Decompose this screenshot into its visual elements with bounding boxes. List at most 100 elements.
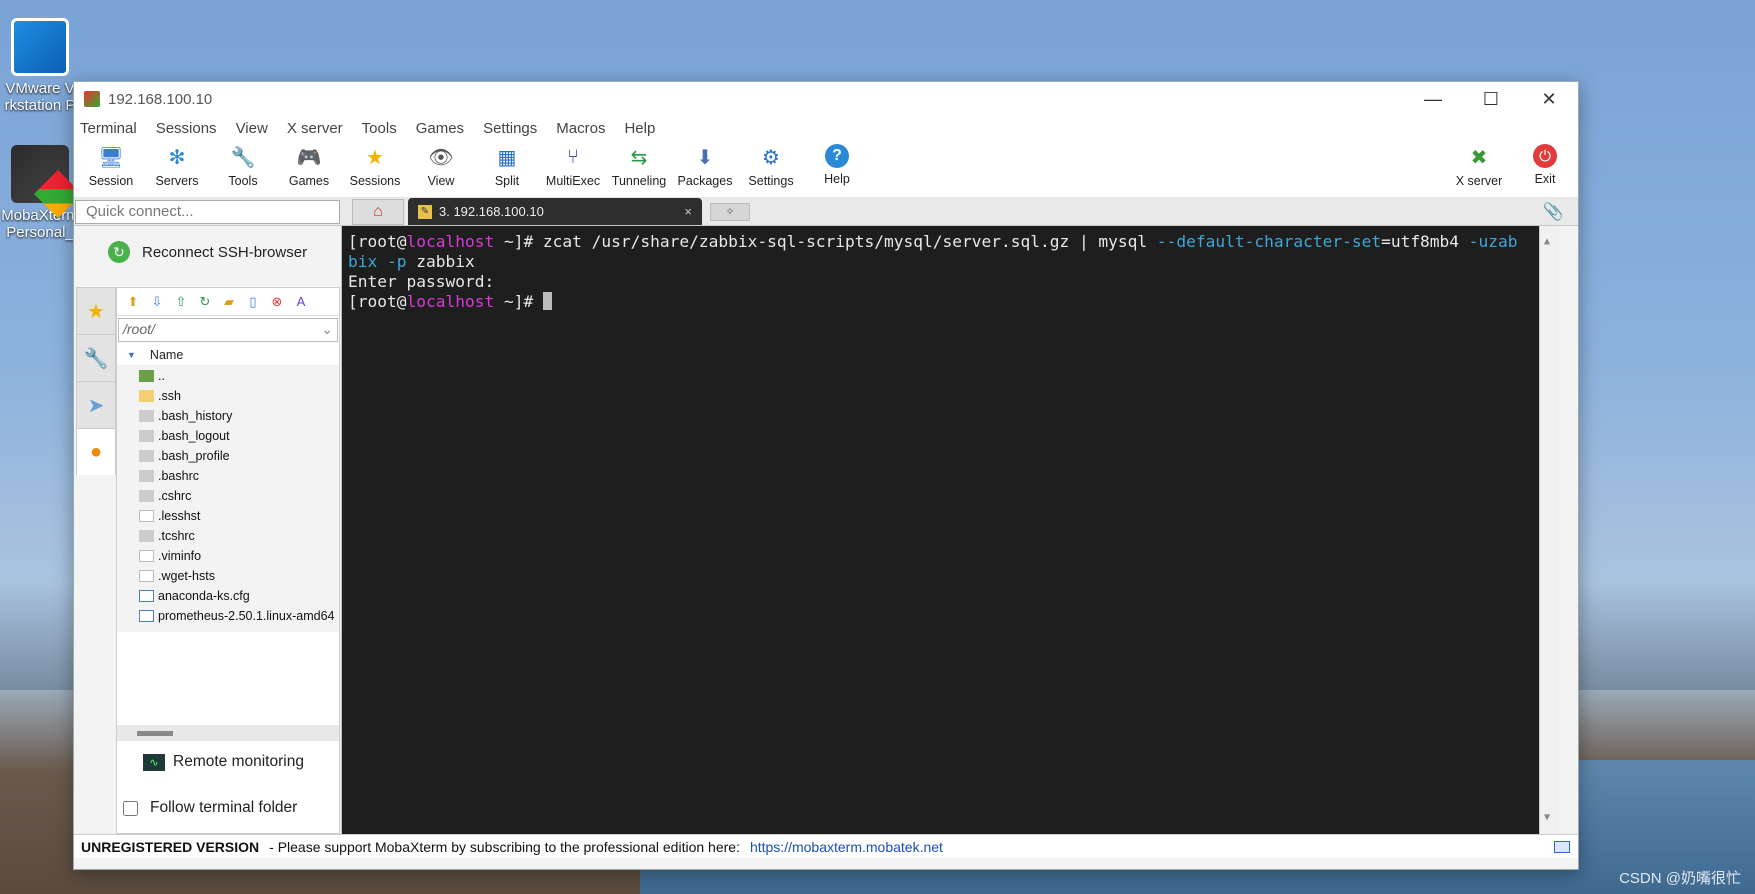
menu-games[interactable]: Games — [416, 120, 464, 137]
xserver-button[interactable]: ✖ X server — [1446, 144, 1512, 189]
list-item[interactable]: anaconda-ks.cfg — [117, 586, 339, 606]
reconnect-ssh-browser-button[interactable]: ↻ Reconnect SSH-browser — [74, 226, 341, 278]
title-bar[interactable]: 192.168.100.10 — ☐ ✕ — [74, 82, 1578, 116]
terminal-line-4: [root@localhost ~]# — [348, 292, 1553, 312]
tool-label: X server — [1455, 174, 1503, 188]
file-name: anaconda-ks.cfg — [158, 589, 250, 603]
list-item[interactable]: .bash_history — [117, 406, 339, 426]
parent-folder-icon[interactable]: ⬆ — [121, 292, 145, 312]
file-list: .. .ssh .bash_history .bash_logout .bash… — [117, 366, 339, 632]
refresh-icon[interactable]: ↻ — [193, 292, 217, 312]
desktop-icon-mobaxterm[interactable]: MobaXterm Personal_ — [0, 145, 80, 241]
prompt-host: localhost — [406, 232, 495, 251]
list-item[interactable]: .bashrc — [117, 466, 339, 486]
home-tab[interactable]: ⌂ — [352, 198, 404, 225]
close-button[interactable]: ✕ — [1520, 82, 1578, 116]
list-item[interactable]: .wget-hsts — [117, 566, 339, 586]
games-button[interactable]: 🎮 Games — [276, 144, 342, 189]
paperclip-icon[interactable]: 📎 — [1543, 202, 1564, 222]
document-icon — [139, 550, 154, 562]
menu-terminal[interactable]: Terminal — [80, 120, 137, 137]
menu-xserver[interactable]: X server — [287, 120, 343, 137]
scroll-down-icon[interactable]: ▼ — [1544, 808, 1550, 828]
list-item[interactable]: .tcshrc — [117, 526, 339, 546]
sidebar-tab-sftp[interactable]: ● — [76, 428, 116, 475]
quick-connect-input[interactable]: Quick connect... — [75, 199, 340, 224]
sessions-button[interactable]: ★ Sessions — [342, 144, 408, 189]
watermark: CSDN @奶嘴很忙 — [1619, 870, 1741, 887]
settings-button[interactable]: ⚙ Settings — [738, 144, 804, 189]
new-folder-icon[interactable]: ▰ — [217, 292, 241, 312]
follow-terminal-folder-checkbox[interactable] — [123, 800, 138, 816]
desktop-icon-vmware[interactable]: VMware V rkstation P — [0, 18, 80, 114]
tool-label: Packages — [677, 174, 733, 188]
list-item[interactable]: prometheus-2.50.1.linux-amd64 — [117, 606, 339, 626]
list-item[interactable]: .bash_profile — [117, 446, 339, 466]
menu-help[interactable]: Help — [624, 120, 655, 137]
games-icon: 🎮 — [296, 146, 322, 169]
help-button[interactable]: ? Help — [804, 144, 870, 186]
window-title: 192.168.100.10 — [108, 90, 213, 108]
rename-icon[interactable]: A — [289, 292, 313, 312]
desktop-icon-label: MobaXterm Personal_ — [1, 207, 79, 241]
file-name: .bash_history — [158, 409, 233, 423]
split-button[interactable]: ▦ Split — [474, 144, 540, 189]
terminal-line-1: [root@localhost ~]# zcat /usr/share/zabb… — [348, 232, 1553, 252]
exit-button[interactable]: ⏻ Exit — [1512, 144, 1578, 186]
tab-close-icon[interactable]: × — [684, 204, 692, 219]
tunneling-button[interactable]: ⇆ Tunneling — [606, 144, 672, 189]
list-item[interactable]: .ssh — [117, 386, 339, 406]
multiexec-icon: ⑂ — [567, 145, 579, 168]
maximize-button[interactable]: ☐ — [1462, 82, 1520, 116]
file-name: .bashrc — [158, 469, 199, 483]
tools-icon: 🔧 — [83, 347, 109, 370]
menu-tools[interactable]: Tools — [362, 120, 397, 137]
list-item[interactable]: .cshrc — [117, 486, 339, 506]
minimize-button[interactable]: — — [1404, 82, 1462, 116]
packages-button[interactable]: ⬇ Packages — [672, 144, 738, 189]
path-dropdown[interactable]: /root/ ⌄ — [118, 318, 338, 342]
prompt-user: [root@ — [348, 232, 407, 251]
xserver-icon: ✖ — [1470, 146, 1488, 169]
parent-dir-icon — [139, 370, 154, 382]
new-tab-button[interactable]: ✧ — [710, 202, 750, 221]
menu-view[interactable]: View — [236, 120, 268, 137]
column-header-name[interactable]: ▼ Name — [117, 344, 339, 366]
horizontal-scrollbar[interactable] — [117, 725, 339, 741]
sidebar-tab-macros[interactable]: ➤ — [76, 381, 116, 428]
file-icon — [139, 430, 154, 442]
session-button[interactable]: 🖥 Session — [78, 144, 144, 189]
scroll-up-icon[interactable]: ▲ — [1544, 232, 1550, 252]
monitor-status-icon[interactable] — [1554, 840, 1570, 853]
sidebar-tab-sessions[interactable]: ★ — [76, 287, 116, 334]
upload-icon[interactable]: ⇧ — [169, 292, 193, 312]
list-item[interactable]: .viminfo — [117, 546, 339, 566]
new-file-icon[interactable]: ▯ — [241, 292, 265, 312]
menu-sessions[interactable]: Sessions — [156, 120, 217, 137]
download-icon[interactable]: ⇩ — [145, 292, 169, 312]
vertical-scrollbar[interactable]: ▲ ▼ — [1539, 226, 1559, 834]
list-item[interactable]: .bash_logout — [117, 426, 339, 446]
sidebar-tab-tools[interactable]: 🔧 — [76, 334, 116, 381]
file-icon — [139, 450, 154, 462]
view-button[interactable]: 👁 View — [408, 144, 474, 189]
document-icon — [139, 510, 154, 522]
tools-button[interactable]: 🔧 Tools — [210, 144, 276, 189]
tool-label: Tools — [228, 174, 258, 188]
servers-button[interactable]: ✻ Servers — [144, 144, 210, 189]
list-item[interactable]: .lesshst — [117, 506, 339, 526]
folder-icon — [139, 390, 154, 402]
menu-settings[interactable]: Settings — [483, 120, 537, 137]
remote-monitoring-button[interactable]: ∿ Remote monitoring — [117, 743, 339, 781]
tab-session-192-168-100-10[interactable]: ✎ 3. 192.168.100.10 × — [408, 198, 702, 225]
list-item[interactable]: .. — [117, 366, 339, 386]
menu-macros[interactable]: Macros — [556, 120, 605, 137]
delete-icon[interactable]: ⊗ — [265, 292, 289, 312]
multiexec-button[interactable]: ⑂ MultiExec — [540, 144, 606, 189]
file-name: prometheus-2.50.1.linux-amd64 — [158, 609, 335, 623]
tool-label: Games — [288, 174, 330, 188]
mobaxterm-link[interactable]: https://mobaxterm.mobatek.net — [750, 839, 943, 855]
file-name: .tcshrc — [158, 529, 195, 543]
file-icon — [139, 470, 154, 482]
terminal-pane[interactable]: [root@localhost ~]# zcat /usr/share/zabb… — [342, 226, 1559, 834]
